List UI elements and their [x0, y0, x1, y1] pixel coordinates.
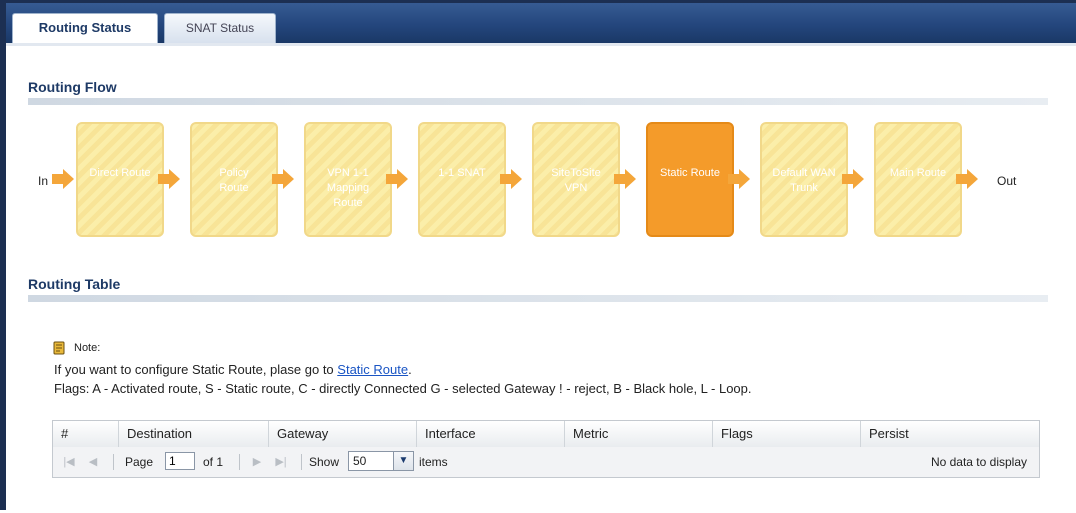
column-header-destination[interactable]: Destination — [119, 421, 269, 447]
flow-step: Default WAN Trunk — [760, 122, 848, 237]
tab-bar: Routing Status SNAT Status — [6, 3, 1076, 43]
routing-table-divider — [28, 295, 1048, 302]
flow-arrow-icon — [386, 169, 408, 189]
show-label: Show — [309, 455, 340, 469]
flow-in-label: In — [38, 174, 49, 188]
pager-separator — [239, 454, 240, 470]
page-number-input[interactable] — [165, 452, 195, 470]
flow-arrow-icon — [158, 169, 180, 189]
note-line1-prefix: If you want to configure Static Route, p… — [54, 362, 338, 377]
pager-separator — [113, 454, 114, 470]
flow-arrow-icon — [500, 169, 522, 189]
flow-arrow-icon — [728, 169, 750, 189]
flow-step-label-line: Trunk — [790, 182, 818, 194]
flow-step-label-line: SiteToSite — [551, 167, 601, 179]
table-header: # Destination Gateway Interface Metric F… — [53, 421, 1039, 448]
flow-step-label: Policy Route — [219, 166, 248, 196]
flow-step: VPN 1-1 Mapping Route — [304, 122, 392, 237]
flow-arrow-icon — [842, 169, 864, 189]
note-static-route-line: If you want to configure Static Route, p… — [54, 362, 412, 377]
pager-separator — [301, 454, 302, 470]
chevron-down-icon[interactable]: ▼ — [394, 451, 414, 471]
column-header-persist[interactable]: Persist — [861, 421, 1039, 447]
flow-step-label-line: VPN 1-1 — [327, 167, 369, 179]
flow-step: SiteToSite VPN — [532, 122, 620, 237]
note-line1-suffix: . — [408, 362, 412, 377]
flow-step-label-line: VPN — [564, 182, 588, 194]
flow-arrow-icon — [272, 169, 294, 189]
flow-step-label: Default WAN Trunk — [772, 166, 835, 196]
flow-arrow-icon — [614, 169, 636, 189]
routing-flow-divider — [28, 98, 1048, 105]
flow-arrow-icon — [956, 169, 978, 189]
flow-step-label-line: Main Route — [889, 167, 947, 179]
page-label: Page — [125, 455, 154, 469]
flow-step-label: SiteToSite VPN — [551, 166, 601, 196]
column-header-metric[interactable]: Metric — [565, 421, 713, 447]
flow-step: Static Route — [646, 122, 734, 237]
note-flags-line: Flags: A - Activated route, S - Static r… — [54, 381, 752, 396]
first-page-icon[interactable]: |◀ — [61, 454, 77, 470]
column-header-number[interactable]: # — [53, 421, 119, 447]
empty-table-message: No data to display — [930, 455, 1027, 469]
tab-snat-status[interactable]: SNAT Status — [164, 13, 276, 43]
note-label: Note: — [74, 342, 101, 354]
page-count-label: of 1 — [203, 455, 224, 469]
routing-table-title: Routing Table — [28, 276, 121, 292]
flow-step-label: Direct Route — [89, 166, 150, 181]
flow-out-label: Out — [997, 174, 1017, 188]
flow-arrow-icon — [52, 169, 74, 189]
page-size-select[interactable]: 50 — [348, 451, 394, 471]
column-header-flags[interactable]: Flags — [713, 421, 861, 447]
flow-step: Main Route — [874, 122, 962, 237]
flow-step-label: Static Route — [660, 166, 720, 181]
static-route-link[interactable]: Static Route — [337, 362, 408, 377]
previous-page-icon[interactable]: ◀ — [85, 454, 101, 470]
note-icon — [53, 341, 65, 355]
flow-step-label: Main Route — [890, 166, 946, 181]
last-page-icon[interactable]: ▶| — [273, 454, 289, 470]
flow-step-label: 1-1 SNAT — [438, 166, 485, 181]
flow-step-label-line: Policy — [219, 167, 249, 179]
next-page-icon[interactable]: ▶ — [249, 454, 265, 470]
table-pager: |◀ ◀ Page of 1 ▶ ▶| Show 50 ▼ items No d… — [53, 447, 1039, 477]
routing-table: # Destination Gateway Interface Metric F… — [52, 420, 1040, 478]
flow-step-label-line: Default WAN — [772, 167, 836, 179]
flow-step-label-line: Mapping — [326, 182, 370, 194]
flow-step: Direct Route — [76, 122, 164, 237]
column-header-gateway[interactable]: Gateway — [269, 421, 417, 447]
flow-step: 1-1 SNAT — [418, 122, 506, 237]
flow-step-label-line: 1-1 SNAT — [438, 167, 486, 179]
tab-routing-status[interactable]: Routing Status — [12, 13, 158, 43]
column-header-interface[interactable]: Interface — [417, 421, 565, 447]
flow-step: Policy Route — [190, 122, 278, 237]
flow-step-label: VPN 1-1 Mapping Route — [327, 166, 369, 211]
flow-step-label-line: Direct Route — [89, 167, 151, 179]
items-label: items — [419, 455, 448, 469]
flow-step-label-line: Route — [333, 197, 363, 209]
main-content: Routing Flow In Out Direct Route Policy Ro… — [6, 43, 1076, 513]
flow-step-label-line: Route — [219, 182, 249, 194]
flow-step-label-line: Static Route — [660, 167, 720, 179]
routing-flow-title: Routing Flow — [28, 79, 117, 95]
